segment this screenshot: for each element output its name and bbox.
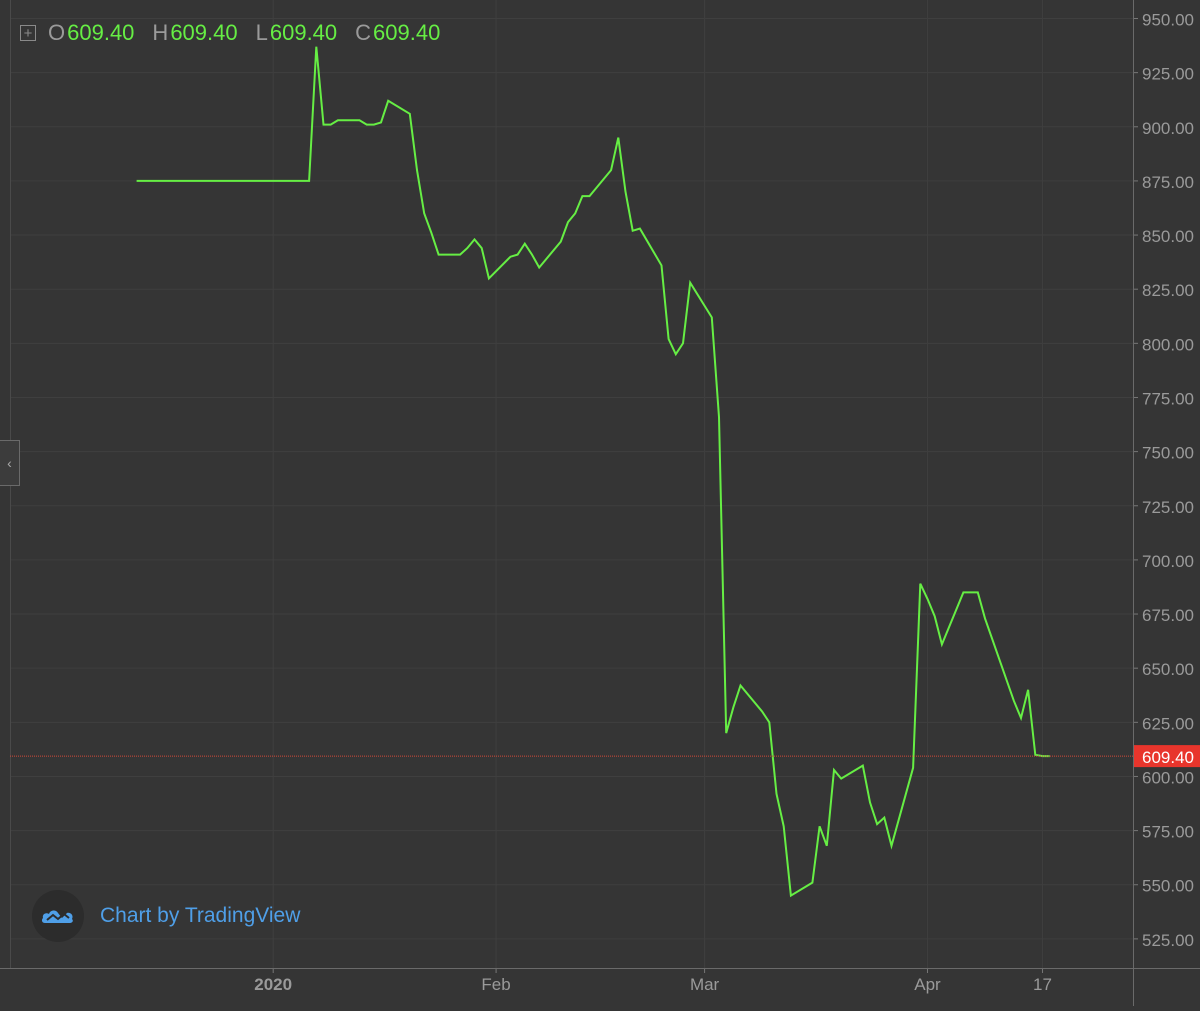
y-tick-label: 700.00 bbox=[1142, 552, 1194, 571]
low-value: 609.40 bbox=[269, 20, 338, 45]
x-tick-label: Mar bbox=[690, 975, 720, 994]
y-tick-label: 925.00 bbox=[1142, 65, 1194, 84]
y-tick-label: 675.00 bbox=[1142, 606, 1194, 625]
y-tick-label: 725.00 bbox=[1142, 498, 1194, 517]
x-tick-label: 17 bbox=[1033, 975, 1052, 994]
y-tick-label: 875.00 bbox=[1142, 173, 1194, 192]
y-tick-label: 750.00 bbox=[1142, 444, 1194, 463]
y-tick-label: 650.00 bbox=[1142, 660, 1194, 679]
x-tick-label: 2020 bbox=[254, 975, 292, 994]
tradingview-watermark[interactable]: Chart by TradingView bbox=[32, 890, 300, 942]
x-tick-label: Feb bbox=[481, 975, 510, 994]
open-key: O bbox=[48, 20, 66, 45]
price-chart[interactable]: 950.00 925.00 900.00 875.00 850.00 825.00 800.… bbox=[0, 0, 1200, 1006]
y-tick-label: 900.00 bbox=[1142, 119, 1194, 138]
y-tick-label: 625.00 bbox=[1142, 714, 1194, 733]
low-key: L bbox=[255, 20, 268, 45]
axes: 950.00 925.00 900.00 875.00 850.00 825.00 800.… bbox=[0, 0, 1200, 1006]
y-tick-label: 850.00 bbox=[1142, 227, 1194, 246]
y-tick-label: 525.00 bbox=[1142, 931, 1194, 950]
chart-svg[interactable]: 950.00 925.00 900.00 875.00 850.00 825.00 800.… bbox=[0, 0, 1200, 1006]
high-key: H bbox=[152, 20, 169, 45]
y-tick-label: 800.00 bbox=[1142, 335, 1194, 354]
close-key: C bbox=[355, 20, 372, 45]
y-tick-label: 775.00 bbox=[1142, 389, 1194, 408]
y-tick-label: 825.00 bbox=[1142, 281, 1194, 300]
grid-lines bbox=[10, 0, 1133, 968]
chevron-left-icon[interactable]: ‹ bbox=[0, 440, 20, 486]
x-tick-label: Apr bbox=[914, 975, 941, 994]
watermark-text: Chart by TradingView bbox=[100, 904, 301, 927]
last-price-label: 609.40 bbox=[1142, 748, 1194, 767]
last-price-marker: 609.40 bbox=[10, 745, 1200, 768]
close-value: 609.40 bbox=[373, 20, 441, 45]
y-tick-label: 600.00 bbox=[1142, 768, 1194, 787]
tradingview-cloud-icon bbox=[32, 890, 84, 942]
ohlc-legend: + O 609.40 H 609.40 L 609.40 C 609.40 bbox=[20, 20, 458, 46]
y-tick-label: 550.00 bbox=[1142, 877, 1194, 896]
open-value: 609.40 bbox=[67, 20, 135, 45]
high-value: 609.40 bbox=[170, 20, 238, 45]
y-tick-label: 575.00 bbox=[1142, 823, 1194, 842]
y-tick-label: 950.00 bbox=[1142, 11, 1194, 30]
plus-square-icon[interactable]: + bbox=[20, 25, 36, 41]
